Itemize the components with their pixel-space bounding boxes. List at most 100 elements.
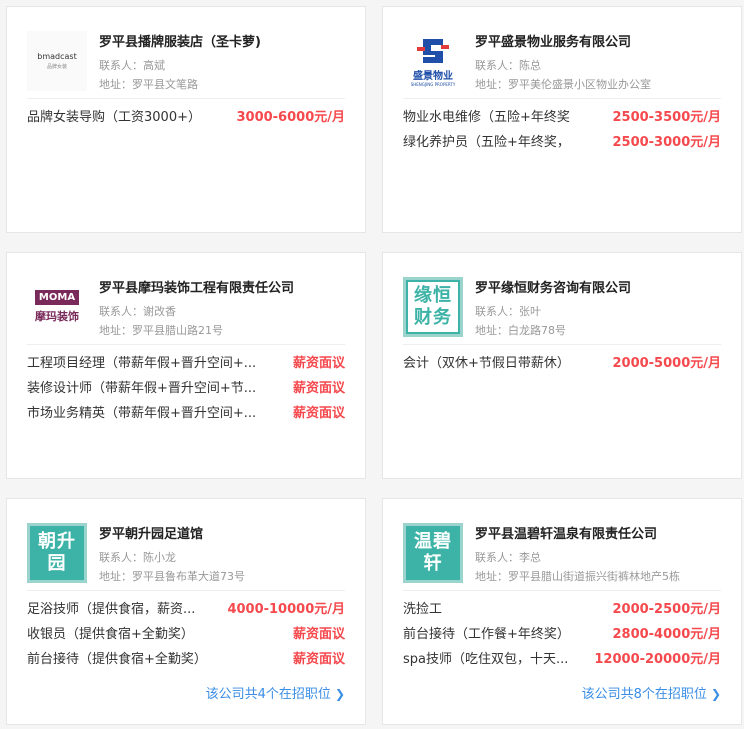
contact-name: 张叶	[519, 305, 541, 318]
job-title[interactable]: 装修设计师（带薪年假+晋升空间+节...	[27, 376, 256, 401]
company-header: 缘恒 财务 罗平缘恒财务咨询有限公司 联系人：张叶 地址：白龙路78号	[403, 267, 721, 339]
job-salary: 2000-2500元/月	[612, 602, 721, 617]
company-header: 温碧 轩 罗平县温碧轩温泉有限责任公司 联系人：李总 地址：罗平县腊山街道振兴街…	[403, 513, 721, 585]
job-salary: 2500-3000元/月	[612, 135, 721, 150]
address-label: 地址：	[475, 78, 508, 91]
job-item[interactable]: 绿化养护员（五险+年终奖， 2500-3000元/月	[403, 130, 721, 155]
job-salary: 薪资面议	[292, 406, 345, 421]
job-title[interactable]: 会计（双休+节假日带薪休）	[403, 351, 570, 376]
job-item[interactable]: 洗捡工 2000-2500元/月	[403, 597, 721, 622]
logo-inner: 缘恒 财务	[406, 280, 460, 334]
company-card[interactable]: 温碧 轩 罗平县温碧轩温泉有限责任公司 联系人：李总 地址：罗平县腊山街道振兴街…	[382, 498, 742, 725]
logo-subtext: SHENGJING PROPERTY	[410, 82, 456, 87]
contact-line: 联系人：谢改香	[99, 303, 176, 319]
job-item[interactable]: 品牌女装导购（工资3000+） 3000-6000元/月	[27, 105, 345, 130]
company-logo[interactable]: MOMA 摩玛装饰	[27, 277, 87, 337]
job-title[interactable]: 市场业务精英（带薪年假+晋升空间+...	[27, 401, 256, 426]
job-title[interactable]: 工程项目经理（带薪年假+晋升空间+...	[27, 351, 256, 376]
company-card[interactable]: 缘恒 财务 罗平缘恒财务咨询有限公司 联系人：张叶 地址：白龙路78号 会计（双…	[382, 252, 742, 479]
job-title[interactable]: 前台接待（工作餐+年终奖）	[403, 622, 570, 647]
address-label: 地址：	[475, 324, 508, 337]
job-item[interactable]: 市场业务精英（带薪年假+晋升空间+... 薪资面议	[27, 401, 345, 426]
job-list: 工程项目经理（带薪年假+晋升空间+... 薪资面议 装修设计师（带薪年假+晋升空…	[27, 351, 345, 426]
job-title[interactable]: 绿化养护员（五险+年终奖，	[403, 130, 570, 155]
job-item[interactable]: 工程项目经理（带薪年假+晋升空间+... 薪资面议	[27, 351, 345, 376]
divider	[27, 344, 345, 345]
job-title[interactable]: spa技师（吃住双包，十天...	[403, 647, 568, 672]
logo-line-1: 朝升	[38, 531, 76, 552]
address-line: 地址：罗平县鲁布革大道73号	[99, 568, 245, 584]
logo-inner: 朝升 园	[38, 531, 76, 575]
job-salary: 4000-10000元/月	[227, 602, 345, 617]
company-logo[interactable]: 盛景物业 SHENGJING PROPERTY	[403, 31, 463, 91]
job-item[interactable]: 足浴技师（提供食宿，薪资... 4000-10000元/月	[27, 597, 345, 622]
company-card[interactable]: MOMA 摩玛装饰 罗平县摩玛装饰工程有限责任公司 联系人：谢改香 地址：罗平县…	[6, 252, 366, 479]
contact-line: 联系人：张叶	[475, 303, 541, 319]
logo-text: 摩玛装饰	[35, 310, 79, 323]
address-value: 罗平美伦盛景小区物业办公室	[508, 78, 651, 91]
contact-line: 联系人：陈小龙	[99, 549, 176, 565]
company-card[interactable]: 朝升 园 罗平朝升园足道馆 联系人：陈小龙 地址：罗平县鲁布革大道73号 足浴技…	[6, 498, 366, 725]
shengjing-mark-icon	[417, 39, 449, 63]
divider	[403, 344, 721, 345]
contact-label: 联系人：	[475, 59, 519, 72]
address-value: 白龙路78号	[508, 324, 566, 337]
job-title[interactable]: 洗捡工	[403, 597, 442, 622]
more-jobs-text[interactable]: 该公司共4个在招职位	[206, 687, 331, 702]
company-name[interactable]: 罗平缘恒财务咨询有限公司	[475, 277, 631, 296]
contact-line: 联系人：陈总	[475, 57, 541, 73]
job-title[interactable]: 前台接待（提供食宿+全勤奖）	[27, 647, 207, 672]
contact-line: 联系人：李总	[475, 549, 541, 565]
job-list: 品牌女装导购（工资3000+） 3000-6000元/月	[27, 105, 345, 130]
contact-label: 联系人：	[99, 59, 143, 72]
job-salary: 薪资面议	[292, 627, 345, 642]
address-line: 地址：罗平美伦盛景小区物业办公室	[475, 76, 651, 92]
job-title[interactable]: 品牌女装导购（工资3000+）	[27, 105, 201, 130]
address-label: 地址：	[99, 570, 132, 583]
more-jobs-text[interactable]: 该公司共8个在招职位	[582, 687, 707, 702]
company-logo[interactable]: bmadcast 品牌女装	[27, 31, 87, 91]
job-item[interactable]: 装修设计师（带薪年假+晋升空间+节... 薪资面议	[27, 376, 345, 401]
address-label: 地址：	[99, 324, 132, 337]
job-item[interactable]: 物业水电维修（五险+年终奖 2500-3500元/月	[403, 105, 721, 130]
job-title[interactable]: 足浴技师（提供食宿，薪资...	[27, 597, 195, 622]
contact-name: 高斌	[143, 59, 165, 72]
job-salary: 3000-6000元/月	[236, 110, 345, 125]
company-logo[interactable]: 温碧 轩	[403, 523, 463, 583]
address-value: 罗平县鲁布革大道73号	[132, 570, 245, 583]
job-salary: 12000-20000元/月	[594, 652, 721, 667]
company-name[interactable]: 罗平县温碧轩温泉有限责任公司	[475, 523, 657, 542]
job-salary: 薪资面议	[292, 356, 345, 371]
more-jobs-link[interactable]: 该公司共4个在招职位 ❯	[206, 683, 345, 702]
logo-mark: MOMA	[34, 290, 80, 305]
job-salary: 薪资面议	[292, 652, 345, 667]
job-title[interactable]: 收银员（提供食宿+全勤奖）	[27, 622, 194, 647]
divider	[27, 98, 345, 99]
company-card[interactable]: 盛景物业 SHENGJING PROPERTY 罗平盛景物业服务有限公司 联系人…	[382, 6, 742, 233]
logo-line-2: 园	[47, 553, 67, 574]
contact-label: 联系人：	[475, 305, 519, 318]
address-label: 地址：	[475, 570, 508, 583]
job-list: 会计（双休+节假日带薪休） 2000-5000元/月	[403, 351, 721, 376]
company-logo[interactable]: 缘恒 财务	[403, 277, 463, 337]
logo-line-2: 财务	[414, 307, 452, 328]
company-logo[interactable]: 朝升 园	[27, 523, 87, 583]
job-item[interactable]: 前台接待（提供食宿+全勤奖） 薪资面议	[27, 647, 345, 672]
job-item[interactable]: spa技师（吃住双包，十天... 12000-20000元/月	[403, 647, 721, 672]
company-name[interactable]: 罗平县播牌服装店（圣卡萝)	[99, 31, 261, 50]
job-item[interactable]: 前台接待（工作餐+年终奖） 2800-4000元/月	[403, 622, 721, 647]
address-line: 地址：罗平县腊山街道振兴街裤林地产5栋	[475, 568, 680, 584]
logo-inner: 温碧 轩	[414, 531, 452, 575]
company-name[interactable]: 罗平县摩玛装饰工程有限责任公司	[99, 277, 294, 296]
job-item[interactable]: 会计（双休+节假日带薪休） 2000-5000元/月	[403, 351, 721, 376]
company-card[interactable]: bmadcast 品牌女装 罗平县播牌服装店（圣卡萝) 联系人：高斌 地址：罗平…	[6, 6, 366, 233]
job-salary: 2800-4000元/月	[612, 627, 721, 642]
more-jobs-link[interactable]: 该公司共8个在招职位 ❯	[582, 683, 721, 702]
company-name[interactable]: 罗平朝升园足道馆	[99, 523, 203, 542]
logo-line-1: 缘恒	[414, 285, 452, 306]
job-item[interactable]: 收银员（提供食宿+全勤奖） 薪资面议	[27, 622, 345, 647]
company-header: MOMA 摩玛装饰 罗平县摩玛装饰工程有限责任公司 联系人：谢改香 地址：罗平县…	[27, 267, 345, 339]
job-title[interactable]: 物业水电维修（五险+年终奖	[403, 105, 570, 130]
divider	[403, 590, 721, 591]
company-name[interactable]: 罗平盛景物业服务有限公司	[475, 31, 631, 50]
